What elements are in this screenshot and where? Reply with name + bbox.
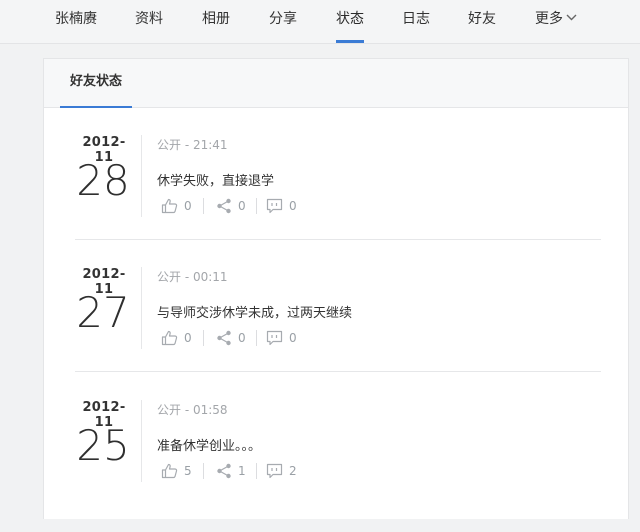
post-content: 与导师交涉休学未成，过两天继续 xyxy=(157,306,353,321)
action-divider xyxy=(256,198,257,214)
action-divider xyxy=(256,330,257,346)
thumbs-up-icon xyxy=(161,330,178,346)
status-post: 2012-11 25 公开 - 01:58 准备休学创业。。。 5 1 2 xyxy=(75,400,601,532)
like-count: 0 xyxy=(184,331,192,345)
post-content: 准备休学创业。。。 xyxy=(157,439,262,454)
nav-item-name[interactable]: 张楠赓 xyxy=(55,0,97,43)
action-divider xyxy=(203,463,204,479)
top-nav: 张楠赓 资料 相册 分享 状态 日志 好友 更多 xyxy=(0,0,640,44)
thumbs-up-icon xyxy=(161,198,178,214)
status-post: 2012-11 27 公开 - 00:11 与导师交涉休学未成，过两天继续 0 … xyxy=(75,267,601,399)
comment-button[interactable]: 0 xyxy=(266,329,297,347)
post-content: 休学失败，直接退学 xyxy=(157,174,275,189)
nav-item-shares[interactable]: 分享 xyxy=(269,0,297,43)
share-icon xyxy=(217,463,231,479)
comment-icon xyxy=(266,198,283,214)
nav-item-more[interactable]: 更多 xyxy=(535,0,577,43)
post-day: 25 xyxy=(76,421,130,470)
nav-item-albums[interactable]: 相册 xyxy=(202,0,230,43)
action-divider xyxy=(256,463,257,479)
post-day: 28 xyxy=(76,156,130,205)
action-divider xyxy=(203,198,204,214)
like-count: 0 xyxy=(184,199,192,213)
post-meta: 公开 - 21:41 xyxy=(157,138,228,152)
nav-item-blog[interactable]: 日志 xyxy=(402,0,430,43)
share-count: 1 xyxy=(238,464,246,478)
post-meta: 公开 - 00:11 xyxy=(157,270,228,284)
divider xyxy=(141,400,142,482)
post-separator xyxy=(75,239,601,240)
share-count: 0 xyxy=(238,199,246,213)
comment-count: 2 xyxy=(289,464,297,478)
like-button[interactable]: 0 xyxy=(161,197,192,215)
tab-friend-status[interactable]: 好友状态 xyxy=(60,59,132,108)
post-day: 27 xyxy=(76,288,130,337)
share-icon xyxy=(217,198,231,214)
share-button[interactable]: 1 xyxy=(216,462,246,480)
card-header: 好友状态 xyxy=(44,59,628,108)
nav-item-status[interactable]: 状态 xyxy=(336,0,364,43)
share-button[interactable]: 0 xyxy=(216,329,246,347)
divider xyxy=(141,267,142,349)
share-icon xyxy=(217,330,231,346)
comment-button[interactable]: 0 xyxy=(266,197,297,215)
nav-item-friends[interactable]: 好友 xyxy=(468,0,496,43)
comment-count: 0 xyxy=(289,331,297,345)
share-count: 0 xyxy=(238,331,246,345)
thumbs-up-icon xyxy=(161,463,178,479)
friend-status-card: 好友状态 2012-11 28 公开 - 21:41 休学失败，直接退学 0 0… xyxy=(43,58,629,519)
status-post: 2012-11 28 公开 - 21:41 休学失败，直接退学 0 0 0 xyxy=(75,135,601,267)
share-button[interactable]: 0 xyxy=(216,197,246,215)
post-separator xyxy=(75,371,601,372)
chevron-down-icon xyxy=(566,14,577,21)
action-divider xyxy=(203,330,204,346)
like-count: 5 xyxy=(184,464,192,478)
nav-item-profile[interactable]: 资料 xyxy=(135,0,163,43)
nav-item-more-label: 更多 xyxy=(535,11,563,27)
comment-count: 0 xyxy=(289,199,297,213)
like-button[interactable]: 0 xyxy=(161,329,192,347)
comment-icon xyxy=(266,463,283,479)
comment-icon xyxy=(266,330,283,346)
divider xyxy=(141,135,142,217)
post-meta: 公开 - 01:58 xyxy=(157,403,228,417)
comment-button[interactable]: 2 xyxy=(266,462,297,480)
like-button[interactable]: 5 xyxy=(161,462,192,480)
